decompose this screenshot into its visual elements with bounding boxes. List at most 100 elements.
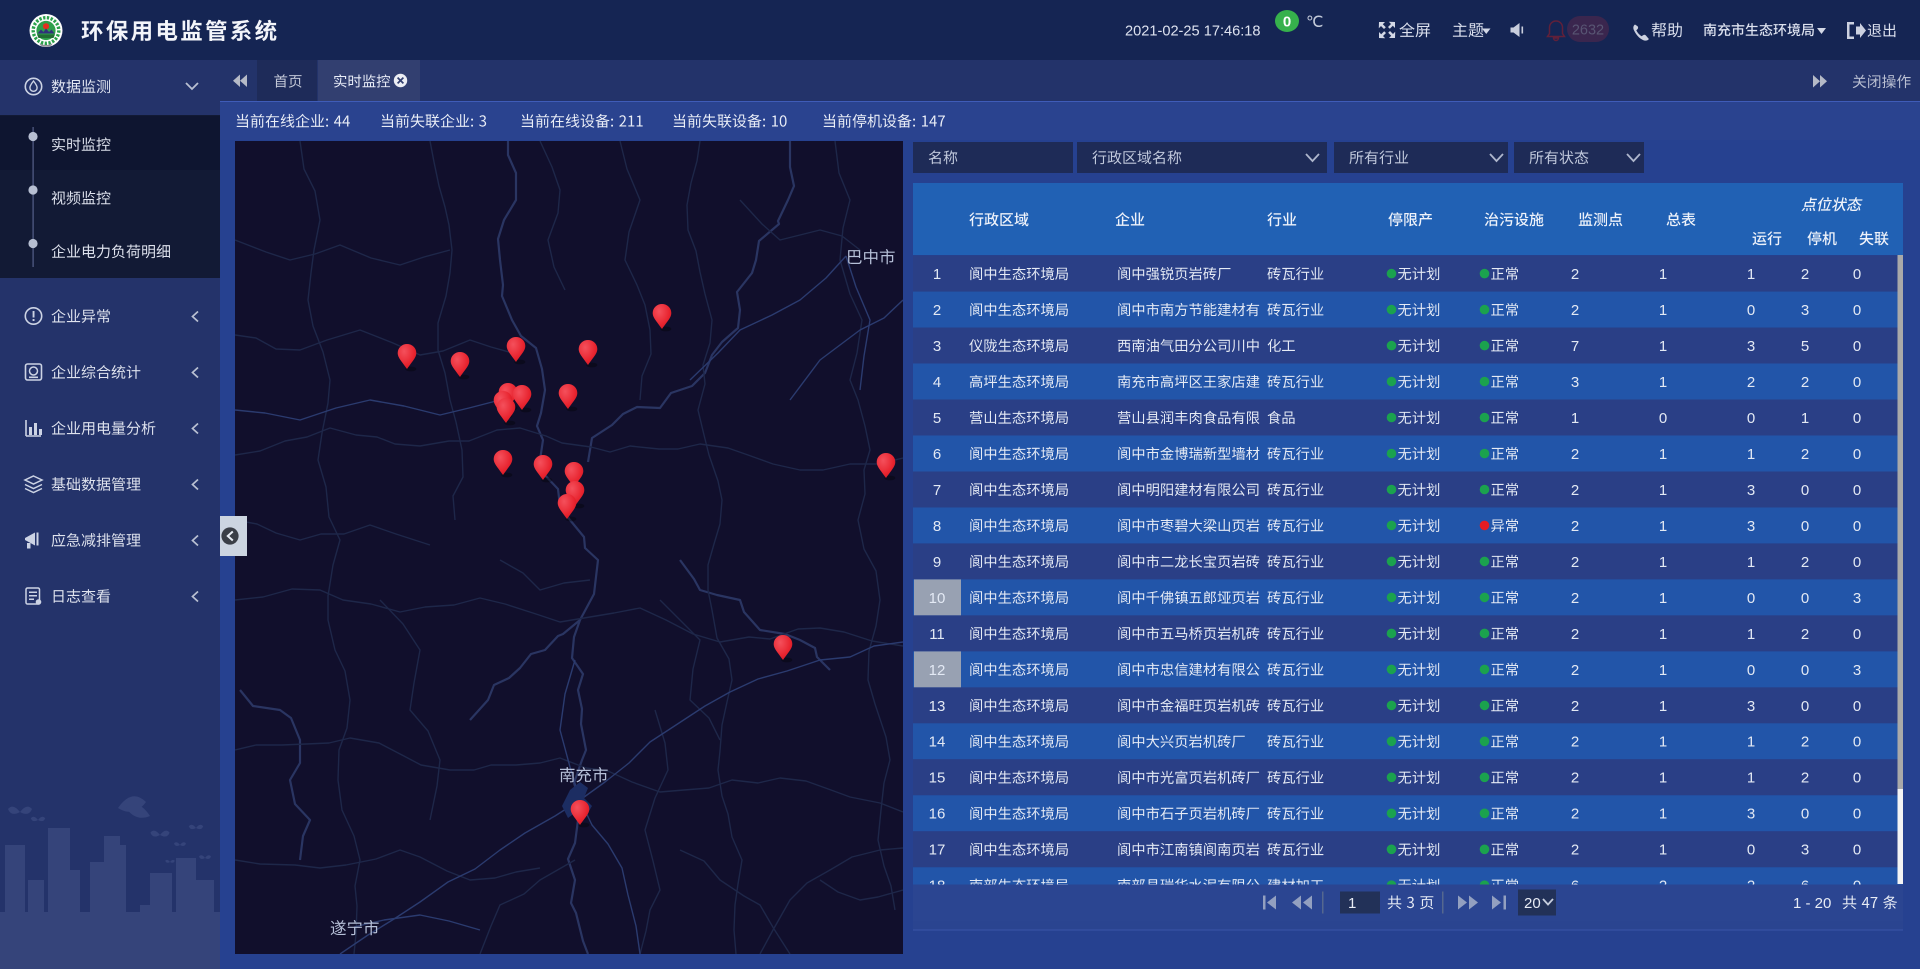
svg-text:5: 5 bbox=[1801, 338, 1809, 355]
svg-text:0: 0 bbox=[1853, 482, 1861, 499]
svg-text:1: 1 bbox=[1348, 895, 1356, 912]
svg-text:2: 2 bbox=[1801, 626, 1809, 643]
svg-text:1: 1 bbox=[1747, 266, 1755, 283]
svg-text:1: 1 bbox=[1659, 302, 1667, 319]
svg-text:2: 2 bbox=[1801, 734, 1809, 751]
svg-text:16: 16 bbox=[929, 806, 946, 823]
svg-text:2: 2 bbox=[1801, 266, 1809, 283]
svg-text:0: 0 bbox=[1853, 302, 1861, 319]
svg-text:0: 0 bbox=[1801, 662, 1809, 679]
svg-text:1 - 20: 1 - 20 bbox=[1793, 895, 1831, 912]
svg-text:3: 3 bbox=[1801, 842, 1809, 859]
svg-text:6: 6 bbox=[933, 446, 941, 463]
svg-text:2: 2 bbox=[1571, 698, 1579, 715]
svg-text:8: 8 bbox=[933, 518, 941, 535]
svg-text:15: 15 bbox=[929, 770, 946, 787]
svg-text:1: 1 bbox=[1659, 554, 1667, 571]
svg-text:3: 3 bbox=[1853, 662, 1861, 679]
svg-text:1: 1 bbox=[1659, 374, 1667, 391]
svg-text:2021-02-25 17:46:18: 2021-02-25 17:46:18 bbox=[1125, 24, 1261, 40]
svg-text:0: 0 bbox=[1853, 554, 1861, 571]
svg-text:1: 1 bbox=[1747, 626, 1755, 643]
svg-text:5: 5 bbox=[933, 410, 941, 427]
svg-text:0: 0 bbox=[1853, 266, 1861, 283]
svg-text:0: 0 bbox=[1801, 806, 1809, 823]
svg-text:0: 0 bbox=[1853, 806, 1861, 823]
svg-text:20: 20 bbox=[1524, 895, 1541, 912]
svg-text:2: 2 bbox=[1801, 554, 1809, 571]
svg-text:2: 2 bbox=[1571, 518, 1579, 535]
svg-text:3: 3 bbox=[1747, 338, 1755, 355]
svg-text:2: 2 bbox=[1571, 590, 1579, 607]
svg-text:2: 2 bbox=[1571, 266, 1579, 283]
svg-text:3: 3 bbox=[1747, 698, 1755, 715]
svg-text:0: 0 bbox=[1747, 302, 1755, 319]
svg-text:3: 3 bbox=[933, 338, 941, 355]
svg-text:0: 0 bbox=[1853, 842, 1861, 859]
svg-text:1: 1 bbox=[1571, 410, 1579, 427]
svg-text:1: 1 bbox=[1747, 734, 1755, 751]
svg-text:1: 1 bbox=[1659, 482, 1667, 499]
svg-text:2: 2 bbox=[1571, 554, 1579, 571]
svg-text:1: 1 bbox=[1659, 806, 1667, 823]
svg-text:1: 1 bbox=[1659, 734, 1667, 751]
svg-text:2: 2 bbox=[1801, 770, 1809, 787]
svg-text:13: 13 bbox=[929, 698, 946, 715]
svg-text:4: 4 bbox=[933, 374, 941, 391]
svg-text:0: 0 bbox=[1801, 590, 1809, 607]
svg-text:3: 3 bbox=[1571, 374, 1579, 391]
svg-text:1: 1 bbox=[1659, 446, 1667, 463]
svg-text:1: 1 bbox=[1747, 446, 1755, 463]
svg-text:0: 0 bbox=[1659, 410, 1667, 427]
svg-text:1: 1 bbox=[1659, 266, 1667, 283]
svg-text:0: 0 bbox=[1853, 410, 1861, 427]
svg-text:0: 0 bbox=[1853, 626, 1861, 643]
svg-text:2: 2 bbox=[1801, 446, 1809, 463]
svg-text:0: 0 bbox=[1853, 770, 1861, 787]
svg-text:3: 3 bbox=[1747, 482, 1755, 499]
svg-text:10: 10 bbox=[929, 590, 946, 607]
svg-text:11: 11 bbox=[929, 626, 945, 643]
svg-text:1: 1 bbox=[1747, 770, 1755, 787]
svg-text:2632: 2632 bbox=[1572, 23, 1604, 39]
svg-text:3: 3 bbox=[1853, 590, 1861, 607]
svg-text:0: 0 bbox=[1853, 518, 1861, 535]
svg-text:0: 0 bbox=[1853, 698, 1861, 715]
svg-text:2: 2 bbox=[1571, 806, 1579, 823]
svg-text:0: 0 bbox=[1853, 338, 1861, 355]
svg-text:3: 3 bbox=[1801, 302, 1809, 319]
svg-text:0: 0 bbox=[1747, 590, 1755, 607]
svg-text:1: 1 bbox=[1747, 554, 1755, 571]
svg-text:2: 2 bbox=[1571, 626, 1579, 643]
svg-text:1: 1 bbox=[1659, 626, 1667, 643]
svg-text:2: 2 bbox=[1747, 374, 1755, 391]
svg-text:9: 9 bbox=[933, 554, 941, 571]
svg-text:1: 1 bbox=[1659, 662, 1667, 679]
svg-text:3: 3 bbox=[1747, 518, 1755, 535]
svg-text:3: 3 bbox=[1747, 806, 1755, 823]
svg-text:2: 2 bbox=[1571, 770, 1579, 787]
svg-text:0: 0 bbox=[1801, 698, 1809, 715]
svg-text:14: 14 bbox=[929, 734, 946, 751]
svg-text:2: 2 bbox=[933, 302, 941, 319]
svg-text:7: 7 bbox=[933, 482, 941, 499]
svg-text:1: 1 bbox=[933, 266, 941, 283]
svg-text:2: 2 bbox=[1571, 302, 1579, 319]
svg-text:2: 2 bbox=[1571, 734, 1579, 751]
svg-text:0: 0 bbox=[1283, 14, 1291, 31]
svg-text:2: 2 bbox=[1571, 842, 1579, 859]
svg-text:17: 17 bbox=[929, 842, 946, 859]
svg-text:12: 12 bbox=[929, 662, 946, 679]
svg-text:0: 0 bbox=[1747, 662, 1755, 679]
svg-text:2: 2 bbox=[1571, 446, 1579, 463]
svg-text:1: 1 bbox=[1659, 770, 1667, 787]
svg-text:2: 2 bbox=[1571, 662, 1579, 679]
svg-text:1: 1 bbox=[1659, 590, 1667, 607]
svg-text:0: 0 bbox=[1853, 374, 1861, 391]
svg-text:1: 1 bbox=[1659, 338, 1667, 355]
svg-text:2: 2 bbox=[1801, 374, 1809, 391]
svg-text:0: 0 bbox=[1747, 842, 1755, 859]
svg-text:0: 0 bbox=[1853, 734, 1861, 751]
svg-text:2: 2 bbox=[1571, 482, 1579, 499]
svg-text:℃: ℃ bbox=[1306, 14, 1323, 31]
